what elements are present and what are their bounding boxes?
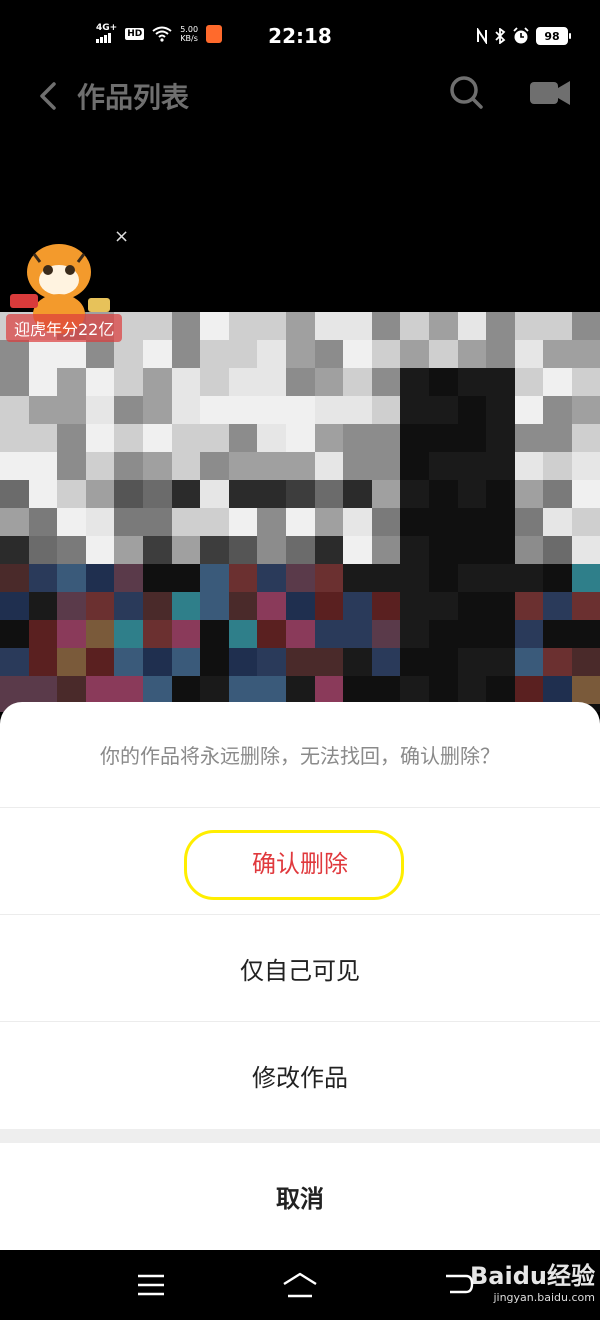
action-sheet: 你的作品将永远删除，无法找回，确认删除？ 确认删除 仅自己可见 修改作品 取消 — [0, 702, 600, 1250]
home-icon[interactable] — [280, 1270, 320, 1300]
pixelated-cover-image — [0, 312, 600, 712]
alarm-icon — [513, 27, 529, 44]
status-bar: 4G+ HD 5.00 KB/s 22:18 98 — [0, 0, 600, 70]
page-title: 作品列表 — [77, 81, 190, 114]
bluetooth-icon — [495, 28, 506, 44]
title-bar: 作品列表 — [0, 70, 600, 120]
camera-icon[interactable] — [528, 76, 572, 108]
cancel-button[interactable]: 取消 — [0, 1143, 600, 1250]
system-nav-bar: Baidu经验 jingyan.baidu.com — [0, 1250, 600, 1320]
video-preview — [0, 312, 600, 712]
search-icon[interactable] — [448, 74, 484, 110]
battery-indicator: 98 — [536, 27, 571, 45]
promo-banner[interactable]: 迎虎年分22亿 — [6, 314, 123, 342]
edit-work-button[interactable]: 修改作品 — [0, 1022, 600, 1129]
menu-icon[interactable] — [136, 1272, 166, 1298]
nfc-icon — [477, 28, 487, 44]
watermark-logo: Baidu经验 — [470, 1262, 595, 1290]
private-only-button[interactable]: 仅自己可见 — [0, 915, 600, 1022]
back-icon[interactable] — [34, 76, 64, 116]
sheet-message: 你的作品将永远删除，无法找回，确认删除？ — [0, 702, 600, 808]
baidu-watermark: Baidu经验 jingyan.baidu.com — [470, 1256, 595, 1304]
watermark-url: jingyan.baidu.com — [493, 1291, 595, 1304]
sheet-divider — [0, 1129, 600, 1143]
confirm-delete-button[interactable]: 确认删除 — [0, 808, 600, 915]
close-icon[interactable]: × — [114, 226, 129, 247]
status-right: 98 — [476, 27, 571, 45]
